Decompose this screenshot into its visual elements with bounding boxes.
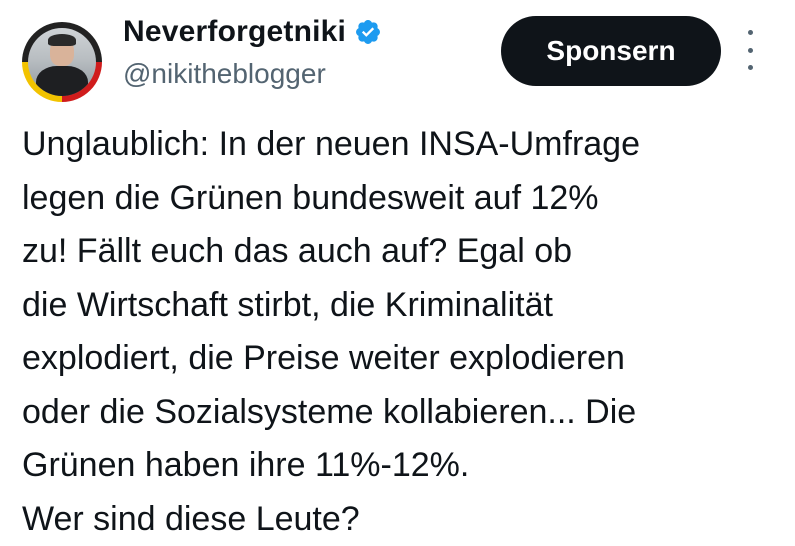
verified-badge-icon	[354, 18, 382, 46]
tweet-line: explodiert, die Preise weiter explodiere…	[22, 332, 787, 386]
more-vertical-icon[interactable]	[743, 30, 757, 70]
dot	[748, 65, 753, 70]
tweet-line: die Wirtschaft stirbt, die Kriminalität	[22, 279, 787, 333]
tweet-line: Wer sind diese Leute?	[22, 493, 787, 546]
tweet-line: legen die Grünen bundesweit auf 12%	[22, 172, 787, 226]
tweet-line: zu! Fällt euch das auch auf? Egal ob	[22, 225, 787, 279]
dot	[748, 48, 753, 53]
user-handle[interactable]: @nikitheblogger	[123, 56, 326, 92]
avatar-hair	[48, 34, 76, 46]
tweet-text: Unglaublich: In der neuen INSA-Umfrage l…	[22, 118, 787, 546]
avatar-photo	[28, 28, 96, 96]
dot	[748, 30, 753, 35]
tweet-line: oder die Sozialsysteme kollabieren... Di…	[22, 386, 787, 440]
tweet-line: Unglaublich: In der neuen INSA-Umfrage	[22, 118, 787, 172]
display-name[interactable]: Neverforgetniki	[123, 14, 346, 50]
tweet-line: Grünen haben ihre 11%-12%.	[22, 439, 787, 493]
avatar[interactable]	[22, 22, 102, 102]
name-row: Neverforgetniki	[123, 14, 382, 50]
avatar-body	[36, 66, 88, 96]
sponsor-button[interactable]: Sponsern	[501, 16, 721, 86]
